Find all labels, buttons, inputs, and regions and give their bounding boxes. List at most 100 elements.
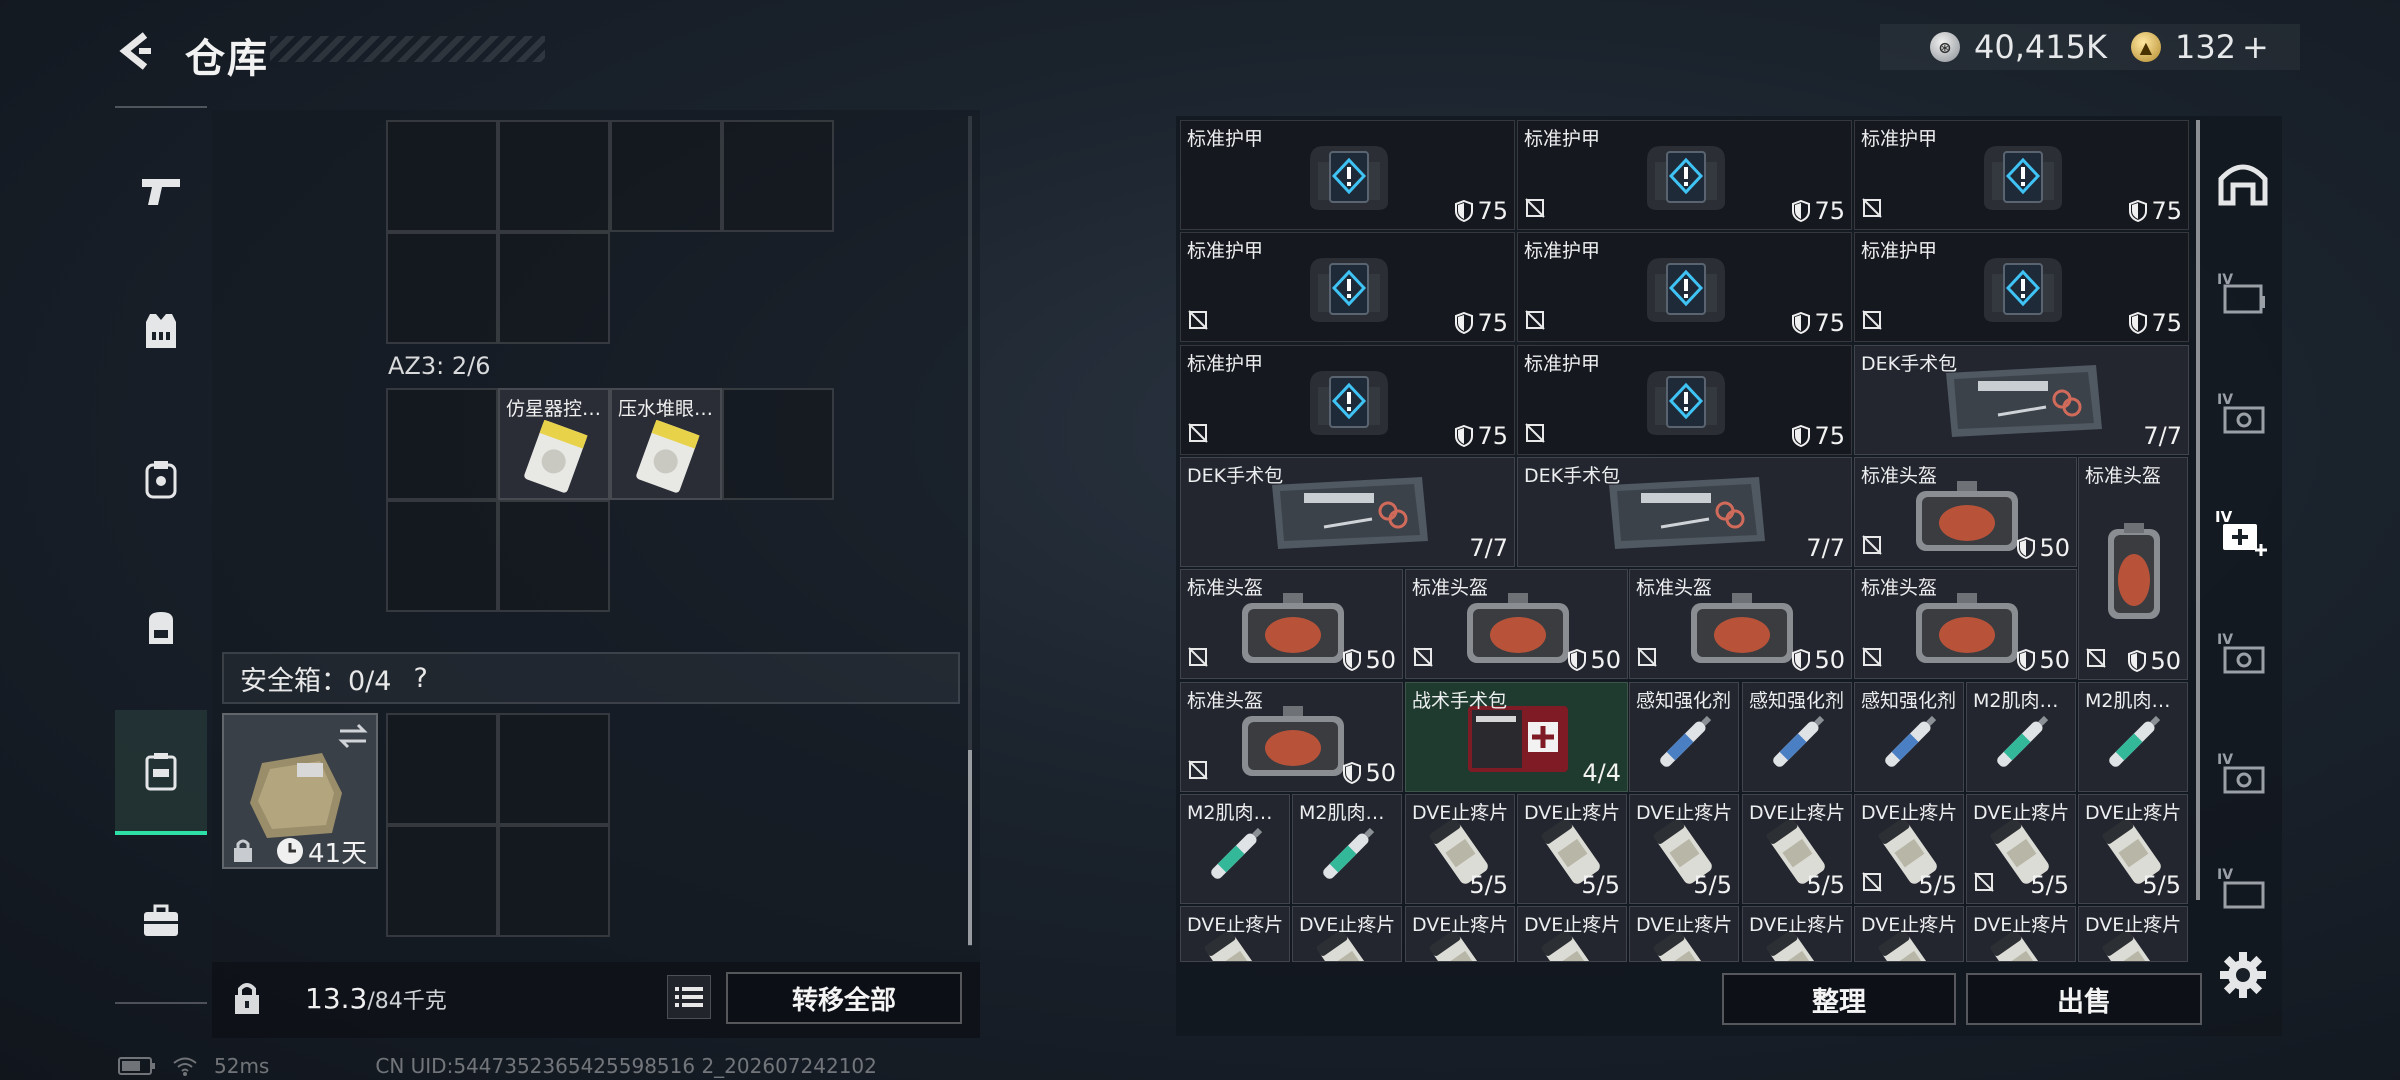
nav-toolbox[interactable]	[115, 866, 207, 976]
warehouse-item[interactable]: 标准护甲 75	[1180, 345, 1515, 455]
warehouse-item[interactable]: DVE止疼片	[1742, 906, 1852, 962]
warehouse-item[interactable]: DVE止疼片 5/5	[1854, 794, 1964, 904]
grid-slot[interactable]	[386, 232, 498, 344]
warehouse-item[interactable]: DVE止疼片 5/5	[1742, 794, 1852, 904]
add-gold-button[interactable]: +	[2242, 28, 2269, 66]
nav-armor[interactable]	[115, 276, 207, 386]
warehouse-item[interactable]: 标准头盔 50	[1180, 682, 1403, 792]
grid-slot[interactable]	[498, 825, 610, 937]
warehouse-item[interactable]: 标准头盔 50	[1180, 569, 1403, 679]
grid-slot[interactable]	[498, 500, 610, 612]
grid-slot[interactable]	[722, 388, 834, 500]
warehouse-item[interactable]: DVE止疼片	[1629, 906, 1739, 962]
list-view-button[interactable]	[667, 975, 711, 1019]
weight-max: /84千克	[367, 989, 447, 1014]
warehouse-item[interactable]: DVE止疼片	[1292, 906, 1402, 962]
weight-current: 13.3	[305, 982, 368, 1015]
warehouse-item[interactable]: DVE止疼片 5/5	[1405, 794, 1515, 904]
warehouse-item[interactable]: DVE止疼片	[1517, 906, 1627, 962]
tab-storage-3[interactable]: IV	[2208, 618, 2278, 688]
warehouse-item[interactable]: 标准护甲 75	[1854, 120, 2189, 230]
settings-button[interactable]	[2218, 950, 2268, 1000]
item-name: 标准护甲	[1187, 128, 1264, 150]
item-name: DVE止疼片	[1636, 914, 1733, 936]
tab-medical[interactable]: IV	[2208, 498, 2278, 568]
nav-backpack[interactable]	[115, 572, 207, 682]
warehouse-item[interactable]: DEK手术包 7/7	[1854, 345, 2189, 455]
item-name: 标准护甲	[1524, 240, 1601, 262]
grid-slot[interactable]	[498, 232, 610, 344]
warehouse-item[interactable]: M2肌肉…	[2078, 682, 2188, 792]
nav-rig[interactable]	[115, 424, 207, 534]
warehouse-item[interactable]: DVE止疼片	[1854, 906, 1964, 962]
warehouse-item[interactable]: 标准头盔 50	[2078, 457, 2188, 680]
warehouse-item[interactable]: 标准头盔 50	[1629, 569, 1852, 679]
warehouse-item[interactable]: DEK手术包 7/7	[1517, 457, 1852, 567]
warehouse-item[interactable]: DVE止疼片	[1180, 906, 1290, 962]
grid-slot[interactable]	[722, 120, 834, 232]
warehouse-item[interactable]: DVE止疼片	[1966, 906, 2076, 962]
back-button[interactable]	[112, 28, 162, 74]
safe-box-slot[interactable]: 41天	[222, 713, 378, 869]
warehouse-item[interactable]: DVE止疼片 5/5	[1966, 794, 2076, 904]
grid-slot[interactable]	[386, 713, 498, 825]
right-scrollbar-thumb[interactable]	[2196, 120, 2200, 900]
warehouse-item[interactable]: DEK手术包 7/7	[1180, 457, 1515, 567]
az3-item-slot[interactable]: 压水堆眼…	[610, 388, 722, 500]
transfer-all-button[interactable]: 转移全部	[726, 972, 962, 1024]
warehouse-item[interactable]: 感知强化剂	[1854, 682, 1964, 792]
warehouse-item[interactable]: 标准头盔 50	[1854, 569, 2077, 679]
warehouse-item[interactable]: 感知强化剂	[1629, 682, 1739, 792]
shield-icon	[1455, 200, 1474, 222]
item-value-text: 75	[1814, 309, 1845, 337]
warehouse-item[interactable]: M2肌肉…	[1292, 794, 1402, 904]
warehouse-item[interactable]: M2肌肉…	[1966, 682, 2076, 792]
nav-container[interactable]	[115, 710, 207, 835]
item-value-text: 5/5	[2030, 871, 2069, 899]
grid-slot[interactable]	[386, 825, 498, 937]
grid-slot[interactable]	[498, 120, 610, 232]
grid-slot[interactable]	[498, 713, 610, 825]
toolbox-icon	[144, 904, 178, 936]
warehouse-item[interactable]: 标准头盔 50	[1854, 457, 2077, 567]
az3-item-slot[interactable]: 仿星器控…	[498, 388, 610, 500]
grid-slot[interactable]	[610, 120, 722, 232]
storage-box-icon: IV	[2217, 392, 2265, 434]
tab-storage-5[interactable]: IV	[2208, 858, 2278, 918]
warehouse-item[interactable]: DVE止疼片 5/5	[1517, 794, 1627, 904]
grid-slot[interactable]	[386, 500, 498, 612]
grid-slot[interactable]	[386, 388, 498, 500]
item-value: 4/4	[1582, 759, 1621, 787]
warehouse-item[interactable]: 标准护甲 75	[1180, 120, 1515, 230]
warehouse-item[interactable]: 标准护甲 75	[1180, 232, 1515, 342]
sell-button[interactable]: 出售	[1966, 973, 2202, 1025]
warehouse-item[interactable]: DVE止疼片 5/5	[1629, 794, 1739, 904]
no-repair-icon	[1413, 647, 1433, 667]
warehouse-item[interactable]: 标准头盔 50	[1405, 569, 1628, 679]
warehouse-item[interactable]: 标准护甲 75	[1517, 232, 1852, 342]
item-name: DVE止疼片	[1524, 802, 1621, 824]
item-name: 标准头盔	[2085, 465, 2162, 487]
item-name: DVE止疼片	[1412, 802, 1509, 824]
warehouse-item[interactable]: 感知强化剂	[1742, 682, 1852, 792]
item-value: 75	[2129, 309, 2182, 337]
warehouse-item[interactable]: 战术手术包 4/4	[1405, 682, 1628, 792]
tab-storage-4[interactable]: IV	[2208, 738, 2278, 808]
warehouse-item[interactable]: 标准护甲 75	[1517, 345, 1852, 455]
warehouse-item[interactable]: 标准护甲 75	[1854, 232, 2189, 342]
warehouse-item[interactable]: 标准护甲 75	[1517, 120, 1852, 230]
warehouse-item[interactable]: DVE止疼片	[1405, 906, 1515, 962]
left-scrollbar-thumb[interactable]	[968, 750, 972, 945]
tab-storage-1[interactable]: IV	[2208, 258, 2278, 328]
armor-item-icon	[1309, 146, 1388, 210]
tab-storage-2[interactable]: IV	[2208, 378, 2278, 448]
item-name: 标准护甲	[1861, 128, 1938, 150]
warehouse-item[interactable]: DVE止疼片 5/5	[2078, 794, 2188, 904]
help-icon[interactable]: ?	[413, 663, 427, 694]
tab-safehouse[interactable]	[2208, 148, 2278, 218]
warehouse-item[interactable]: M2肌肉…	[1180, 794, 1290, 904]
warehouse-item[interactable]: DVE止疼片	[2078, 906, 2188, 962]
nav-weapons[interactable]	[115, 136, 207, 246]
sort-button[interactable]: 整理	[1722, 973, 1956, 1025]
grid-slot[interactable]	[386, 120, 498, 232]
